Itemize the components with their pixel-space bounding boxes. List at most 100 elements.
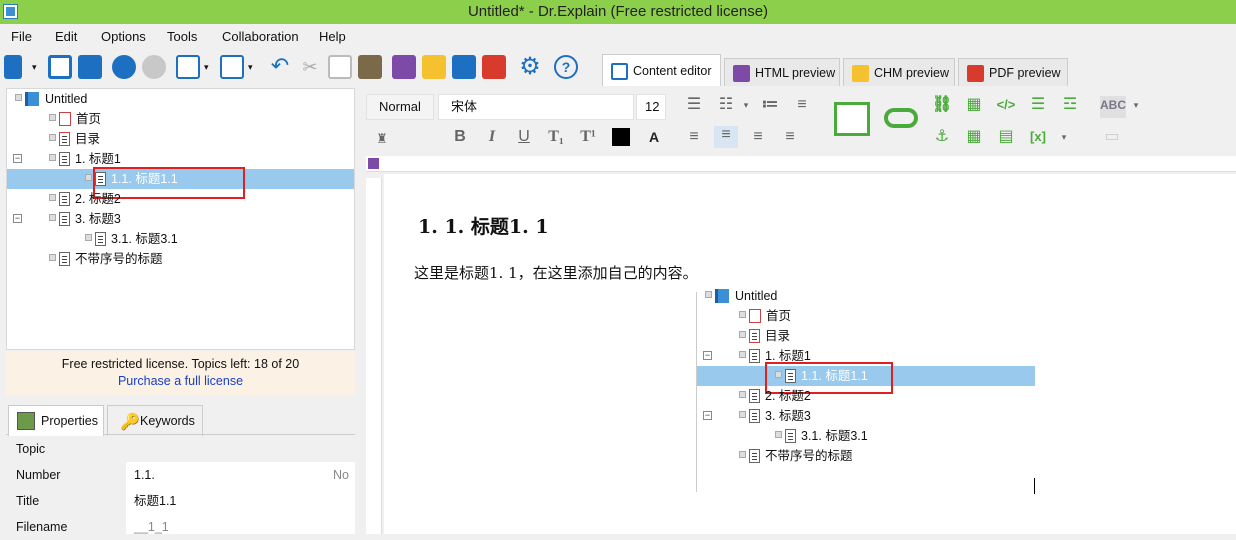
comment-icon[interactable]: ▭ [1102,128,1122,146]
import-icon[interactable] [176,55,200,79]
outdent-icon[interactable]: ≔ [760,96,780,114]
doc-icon [749,449,760,463]
superscript-icon[interactable]: T¹ [578,128,598,146]
menu-tools[interactable]: Tools [167,29,197,44]
cloud-upload-icon[interactable] [112,55,136,79]
text-color-icon[interactable] [612,128,630,146]
menu-file[interactable]: File [11,29,32,44]
new-project-icon[interactable] [4,55,22,79]
tree-item[interactable]: 目录 [49,129,100,149]
toc-icon [59,132,70,146]
menu-bar: File Edit Options Tools Collaboration He… [0,26,1236,48]
style-select[interactable]: Normal [366,94,434,120]
tree-item[interactable]: 不带序号的标题 [49,249,163,269]
insert-url-icon[interactable]: ⛓ [932,96,952,114]
html-mode-icon[interactable] [368,158,379,169]
content-editor[interactable]: 1. 1. 标题1. 1 这里是标题1. 1，在这里添加自己的内容。 Untit… [384,174,1236,534]
tree-item[interactable]: 3. 标题3 [49,209,121,229]
menu-help[interactable]: Help [319,29,346,44]
shot-tree-item: 2. 标题2 [739,386,811,406]
align-justify-icon[interactable]: ≡ [780,128,800,146]
subscript-icon[interactable]: T₁ [546,128,566,146]
bold-icon[interactable]: B [450,128,470,146]
export-icon[interactable] [220,55,244,79]
bullet-list-icon[interactable]: ☰ [684,96,704,114]
html-export-icon[interactable] [392,55,416,79]
pdf-export-icon[interactable] [482,55,506,79]
insert-image-icon[interactable] [834,102,870,136]
align-left-icon[interactable]: ≡ [684,128,704,146]
format-toolbar: Normal 宋体 12 ♜ B I U T₁ T¹ A ☰ ☷ ▾ ≔ ≡ ≡… [366,90,1236,154]
tab-content-editor[interactable]: Content editor [602,54,721,86]
tab-label: CHM preview [874,66,950,80]
chm-export-icon[interactable] [422,55,446,79]
undo-icon[interactable]: ↶ [268,55,292,79]
collapse-icon[interactable]: − [13,214,22,223]
collapse-icon[interactable]: − [13,154,22,163]
insert-variable-icon[interactable]: [x] [1028,128,1048,146]
insert-video-icon[interactable]: ▦ [964,96,984,114]
word-export-icon[interactable] [452,55,476,79]
format-painter-icon[interactable]: ♜ [372,130,392,148]
variable-dropdown-icon[interactable]: ▾ [1054,128,1074,146]
italic-icon[interactable]: I [482,128,502,146]
topic-paragraph[interactable]: 这里是标题1. 1，在这里添加自己的内容。 [414,262,698,283]
highlight-color-icon[interactable]: A [644,128,664,146]
menu-options[interactable]: Options [101,29,146,44]
underline-icon[interactable]: U [514,128,534,146]
numbered-list-icon[interactable]: ☷ [716,96,736,114]
menu-edit[interactable]: Edit [55,29,77,44]
open-icon[interactable] [48,55,72,79]
lock-icon [85,234,92,241]
purchase-link[interactable]: Purchase a full license [6,373,355,390]
license-message: Free restricted license. Topics left: 18… [61,357,300,371]
tab-label: Keywords [140,414,195,428]
topic-heading[interactable]: 1. 1. 标题1. 1 [418,212,549,239]
page-break-icon[interactable]: ☲ [1060,96,1080,114]
insert-snippet-icon[interactable]: ▤ [996,128,1016,146]
export-dropdown-icon[interactable]: ▾ [248,55,258,79]
property-row[interactable]: Number 1.1. No [6,462,355,488]
tab-keywords[interactable]: 🔑 Keywords [107,405,203,437]
copy-icon[interactable] [328,55,352,79]
text-cursor [1034,478,1035,494]
tree-item[interactable]: 1. 标题1 [49,149,121,169]
font-select[interactable]: 宋体 [438,94,634,120]
property-value: __1_1 [134,520,169,534]
spellcheck-icon[interactable]: ABC [1100,96,1126,118]
spellcheck-dropdown-icon[interactable]: ▾ [1126,96,1146,114]
tab-chm-preview[interactable]: CHM preview [843,58,955,86]
paste-icon[interactable] [358,55,382,79]
settings-icon[interactable]: ⚙ [518,55,542,79]
cut-icon[interactable]: ✂ [298,55,322,79]
insert-table-icon[interactable]: ▦ [964,128,984,146]
tree-item[interactable]: 首页 [49,109,101,129]
align-center-icon[interactable]: ≡ [714,126,738,148]
property-row[interactable]: Filename __1_1 [6,514,355,540]
insert-anchor-icon[interactable]: ⚓ [932,128,952,146]
embedded-tree-screenshot[interactable]: Untitled 首页 目录 − 1. 标题1 1.1. 标题1.1 2. 标题… [696,289,1035,492]
cloud-icon[interactable] [142,55,166,79]
tree-root[interactable]: Untitled [15,89,87,109]
insert-horizontal-line-icon[interactable]: ☰ [1028,96,1048,114]
help-icon[interactable]: ? [554,55,578,79]
indent-icon[interactable]: ≡ [792,96,812,114]
menu-collaboration[interactable]: Collaboration [222,29,299,44]
import-dropdown-icon[interactable]: ▾ [204,55,214,79]
font-size-select[interactable]: 12 [636,94,666,120]
insert-html-icon[interactable]: </> [996,96,1016,114]
tab-html-preview[interactable]: HTML preview [724,58,840,86]
property-value: 1.1. [134,468,155,482]
tab-properties[interactable]: Properties [8,405,104,437]
new-project-dropdown-icon[interactable]: ▾ [32,55,42,79]
tab-pdf-preview[interactable]: PDF preview [958,58,1068,86]
shot-tree-item-label: 3.1. 标题3.1 [801,429,868,443]
tree-item[interactable]: 2. 标题2 [49,189,121,209]
insert-link-icon[interactable] [884,108,918,128]
property-row[interactable]: Title 标题1.1 [6,488,355,514]
list-dropdown-icon[interactable]: ▾ [736,96,756,114]
lock-icon [49,214,56,221]
save-icon[interactable] [78,55,102,79]
tree-item[interactable]: 3.1. 标题3.1 [85,229,178,249]
align-right-icon[interactable]: ≡ [748,128,768,146]
